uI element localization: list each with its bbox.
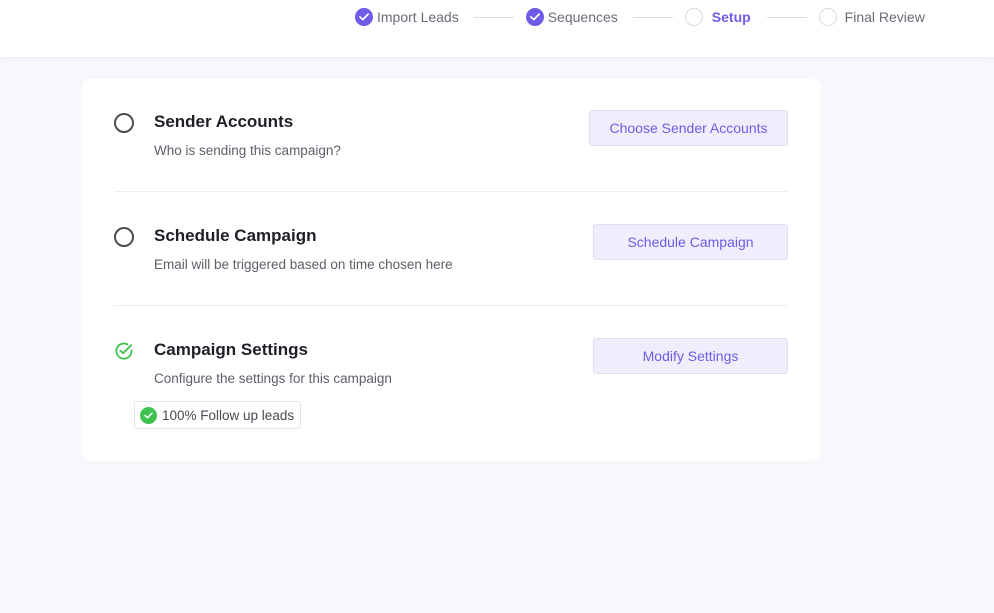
section-title: Sender Accounts bbox=[154, 112, 294, 131]
progress-stepper: Import Leads Sequences Setup Final Revie… bbox=[355, 7, 925, 27]
radio-empty-icon[interactable] bbox=[114, 227, 134, 247]
section-campaign-settings: Campaign Settings Configure the settings… bbox=[114, 338, 788, 433]
empty-circle-icon bbox=[684, 8, 703, 26]
radio-empty-icon[interactable] bbox=[114, 113, 134, 133]
step-import-leads[interactable]: Import Leads bbox=[355, 8, 459, 26]
section-sender-accounts: Sender Accounts Who is sending this camp… bbox=[114, 110, 788, 170]
schedule-campaign-button[interactable]: Schedule Campaign bbox=[593, 224, 788, 260]
step-final-review[interactable]: Final Review bbox=[818, 8, 925, 26]
section-title: Schedule Campaign bbox=[154, 226, 317, 245]
section-schedule-campaign: Schedule Campaign Email will be triggere… bbox=[114, 224, 788, 284]
section-divider bbox=[114, 305, 788, 306]
choose-sender-accounts-button[interactable]: Choose Sender Accounts bbox=[589, 110, 788, 146]
top-bar: Import Leads Sequences Setup Final Revie… bbox=[0, 0, 994, 57]
step-label: Import Leads bbox=[377, 9, 459, 25]
step-label: Final Review bbox=[844, 9, 925, 25]
section-subtitle: Configure the settings for this campaign bbox=[154, 371, 392, 386]
step-label: Setup bbox=[711, 9, 751, 25]
section-subtitle: Who is sending this campaign? bbox=[154, 143, 341, 158]
modify-settings-button[interactable]: Modify Settings bbox=[593, 338, 788, 374]
check-circle-outline-icon bbox=[114, 341, 134, 361]
section-divider bbox=[114, 191, 788, 192]
step-connector bbox=[473, 16, 514, 18]
empty-circle-icon bbox=[818, 8, 837, 26]
follow-up-badge: 100% Follow up leads bbox=[134, 401, 302, 429]
section-subtitle: Email will be triggered based on time ch… bbox=[154, 257, 453, 272]
step-label: Sequences bbox=[547, 9, 618, 25]
check-circle-icon bbox=[355, 8, 373, 26]
section-title: Campaign Settings bbox=[154, 340, 308, 359]
step-sequences[interactable]: Sequences bbox=[525, 8, 618, 26]
step-connector bbox=[632, 16, 673, 18]
setup-card: Sender Accounts Who is sending this camp… bbox=[82, 79, 820, 461]
step-connector bbox=[766, 16, 807, 18]
badge-label: 100% Follow up leads bbox=[162, 407, 295, 423]
check-circle-icon bbox=[525, 8, 544, 26]
step-setup[interactable]: Setup bbox=[684, 8, 751, 26]
check-circle-filled-icon bbox=[140, 406, 157, 424]
